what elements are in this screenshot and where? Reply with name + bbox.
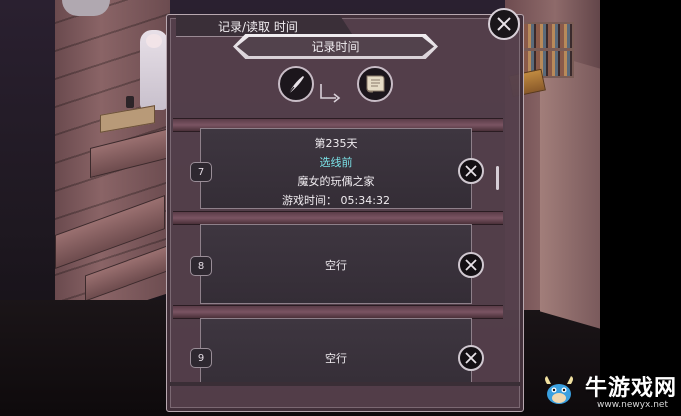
delete-slot-8-button[interactable] <box>458 252 484 278</box>
header-banner: 记录时间 <box>237 37 434 56</box>
close-icon <box>465 352 477 364</box>
wooden-pillar-right <box>540 51 600 329</box>
lamp <box>126 96 134 108</box>
wooden-divider <box>173 211 503 225</box>
slot-day: 第235天 <box>314 137 358 150</box>
list-scrollbar[interactable] <box>496 166 499 190</box>
site-watermark: 牛游戏网 www.newyx.net <box>535 366 681 416</box>
letterbox-right <box>600 0 681 416</box>
save-slot-list[interactable]: 7 第235天 选线前 魔女的玩偶之家 游戏时间： 05:34:32 8 空行 … <box>173 108 503 383</box>
slot-location: 魔女的玩偶之家 <box>297 175 375 188</box>
delete-slot-7-button[interactable] <box>458 158 484 184</box>
dialog-tab-title: 记录/读取 时间 <box>218 20 298 34</box>
close-icon <box>497 17 511 31</box>
close-icon <box>465 165 477 177</box>
doll-character <box>140 30 168 110</box>
record-mode-button[interactable] <box>278 66 314 102</box>
dialog-bottom-edge <box>170 382 520 386</box>
load-mode-button[interactable] <box>357 66 393 102</box>
watermark-name: 牛游戏网 <box>585 376 678 401</box>
header-title: 记录时间 <box>311 40 360 54</box>
close-icon <box>465 259 477 271</box>
watermark-url: www.newyx.net <box>597 400 669 410</box>
slot-empty-label: 空行 <box>325 352 347 365</box>
cow-mascot-icon <box>545 376 573 404</box>
slot-empty-label: 空行 <box>325 259 347 272</box>
wooden-divider <box>173 305 503 319</box>
bookshelf <box>522 22 574 78</box>
close-dialog-button[interactable] <box>488 8 520 40</box>
arrow-down-right-icon <box>320 84 341 103</box>
delete-slot-9-button[interactable] <box>458 345 484 371</box>
slot-playtime: 游戏时间： 05:34:32 <box>282 194 390 207</box>
parchment-scroll-icon <box>366 75 385 93</box>
slot-chapter: 选线前 <box>319 156 353 169</box>
quill-pen-icon <box>288 76 304 94</box>
